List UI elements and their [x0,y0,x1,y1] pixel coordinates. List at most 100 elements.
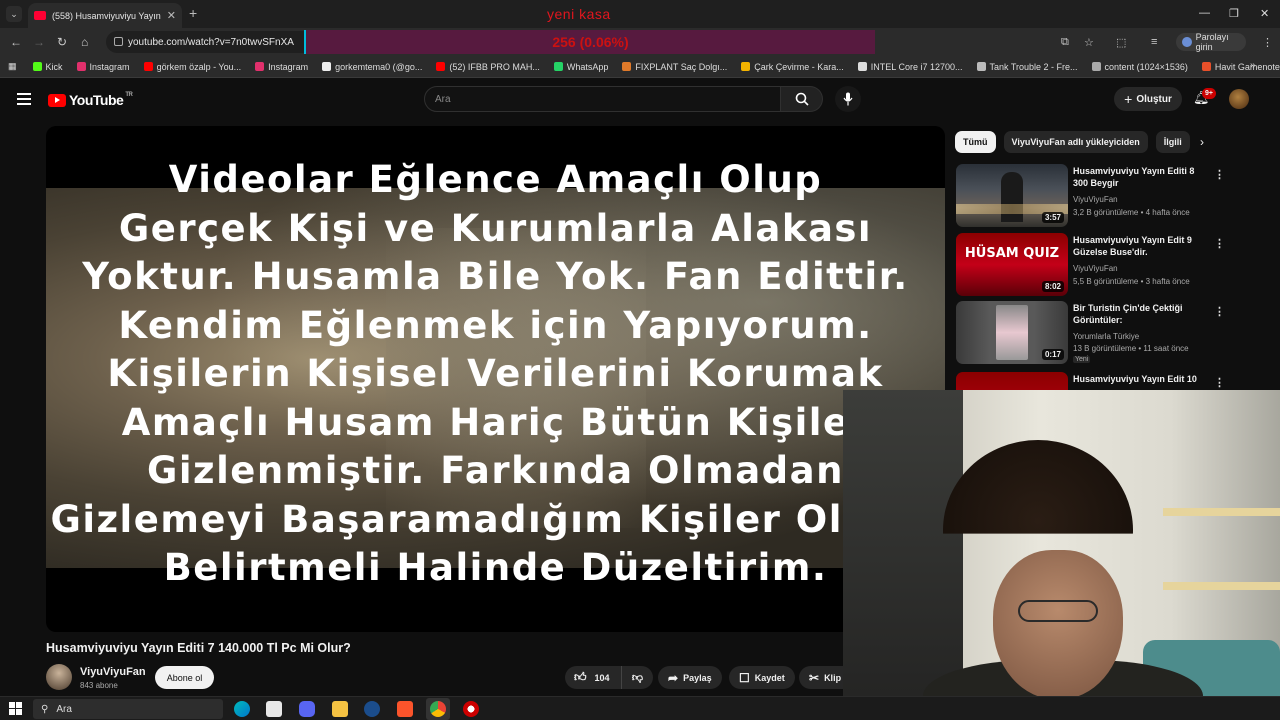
dislike-button[interactable]: 👎︎ [622,671,653,684]
home-icon[interactable]: ⌂ [81,35,88,49]
bookmark-item[interactable]: gorkemtema0 (@go... [322,62,422,72]
bookmark-item[interactable]: Instagram [76,62,130,72]
filter-chip[interactable]: Tümü [955,131,996,153]
recommendation-thumbnail[interactable]: 0:17 [956,301,1068,364]
country-code: TR [125,92,133,98]
bookmark-favicon-icon [436,62,446,71]
bookmark-label: FIXPLANT Saç Dolgı... [635,61,728,72]
password-button[interactable]: Parolayı girin [1176,32,1246,52]
recommendation-meta: 3,2 B görüntüleme • 4 hafta önce [1073,208,1190,217]
search-button[interactable] [781,86,823,112]
like-button[interactable]: 👍︎ 104 [565,666,622,689]
clip-button[interactable]: ✂ Klip [799,666,843,689]
tab-search-button[interactable]: ⌄ [6,6,22,22]
youtube-favicon-icon [34,11,46,20]
address-bar[interactable]: youtube.com/watch?v=7n0twvSFnXA [106,31,304,53]
tab-close-icon[interactable]: ✕ [167,9,176,22]
channel-name[interactable]: ViyuViyuFan [80,666,146,678]
more-options-icon[interactable]: ⋮ [1214,168,1225,181]
app-icon[interactable] [463,701,479,717]
recommendation-item[interactable]: HÜSAM QUIZ 8:02 Husamviyuviyu Yayın Edit… [956,233,1256,297]
site-info-icon[interactable] [114,37,123,46]
search-input[interactable]: Ara [424,86,781,112]
bookmark-item[interactable]: (52) IFBB PRO MAH... [436,62,540,72]
chrome-icon[interactable] [430,701,446,717]
youtube-logo[interactable]: YouTube TR [48,92,133,108]
create-button[interactable]: + Oluştur [1114,87,1182,111]
bookmark-star-icon[interactable]: ☆ [1084,36,1094,49]
bookmark-favicon-icon [553,62,563,71]
taskbar-search[interactable]: ⚲ Ara [33,699,223,719]
disclaimer-line: Videolar Eğlence Amaçlı Olup [168,158,823,201]
bookmark-item[interactable]: görkem özalp - You... [143,61,242,72]
video-player[interactable]: Videolar Eğlence Amaçlı Olup Gerçek Kişi … [46,126,945,632]
store-icon[interactable] [266,701,282,717]
plus-icon: + [1124,91,1133,107]
active-tab[interactable]: (558) Husamviyuviyu Yayın Editi 7 ✕ [28,3,182,28]
recommendation-thumbnail[interactable] [956,372,1068,390]
voice-search-button[interactable] [835,86,861,112]
back-icon[interactable]: ← [10,35,22,49]
bookmark-item[interactable]: Kick [32,62,63,72]
bookmark-label: görkem özalp - You... [156,61,242,72]
filter-chip[interactable]: İlgili [1155,131,1190,153]
recommendation-meta: 5,5 B görüntüleme • 3 hafta önce [1073,277,1190,286]
minimize-button[interactable]: — [1199,7,1210,19]
subscribe-button[interactable]: Abone ol [155,666,214,689]
install-app-icon[interactable]: ⧉ [1061,36,1069,49]
share-button[interactable]: ➦ Paylaş [658,666,722,689]
brave-icon[interactable] [397,701,413,717]
bookmarks-overflow-icon[interactable]: » [1250,60,1256,71]
wall-shelf [1163,508,1280,516]
bookmark-item[interactable]: INTEL Core i7 12700... [857,62,963,72]
more-options-icon[interactable]: ⋮ [1214,237,1225,250]
reload-icon[interactable]: ↻ [57,35,67,49]
discord-icon[interactable] [299,701,315,717]
thumbs-down-icon: 👎︎ [631,672,644,684]
filter-chip[interactable]: ViyuViyuFan adlı yükleyiciden [1003,131,1148,153]
stream-counter-overlay: 256 (0.06%) [304,30,875,54]
bookmark-item[interactable]: WhatsApp [553,62,608,72]
recommendation-item[interactable]: Husamviyuviyu Yayın Edit 10 ⋮ [956,372,1256,390]
more-options-icon[interactable]: ⋮ [1214,305,1225,318]
forward-icon[interactable]: → [33,35,45,49]
webcam-overlay [843,390,1280,720]
account-avatar[interactable] [1229,89,1249,109]
recommendation-thumbnail[interactable]: HÜSAM QUIZ 8:02 [956,233,1068,296]
edge-icon[interactable] [234,701,250,717]
browser-menu-icon[interactable]: ⋮ [1262,36,1273,49]
recommendation-item[interactable]: 0:17 Bir Turistin Çin'de Çektiği Görüntü… [956,301,1256,365]
chevron-right-icon[interactable]: › [1200,135,1204,149]
recommendation-title: Husamviyuviyu Yayın Editi 8 300 Beygir [1073,166,1195,188]
maximize-button[interactable]: ❐ [1229,7,1239,20]
channel-avatar[interactable] [46,664,72,690]
media-controls-icon[interactable]: ≡ [1151,36,1157,48]
extensions-icon[interactable]: ⬚ [1116,36,1126,49]
youtube-header: YouTube TR Ara + Oluştur 🔔︎ 9+ [0,78,1280,122]
steam-icon[interactable] [364,701,380,717]
url-text: youtube.com/watch?v=7n0twvSFnXA [128,36,294,48]
file-explorer-icon[interactable] [332,701,348,717]
clip-label: Klip [824,672,842,683]
recommendation-channel: ViyuViyuFan [1073,195,1118,204]
disclaimer-line: Gizlemeyi Başaramadığım Kişiler Olursa [50,497,941,541]
bookmark-item[interactable]: content (1024×1536) [1091,62,1188,72]
bookmark-item[interactable]: Instagram [255,62,308,72]
bookmark-item[interactable]: FIXPLANT Saç Dolgı... [622,62,727,72]
scissors-icon: ✂ [809,670,820,685]
windows-start-icon[interactable] [9,702,22,715]
save-button[interactable]: ☐ Kaydet [729,666,795,689]
window-close-button[interactable]: ✕ [1260,7,1269,20]
youtube-play-icon [48,93,66,107]
apps-icon[interactable]: ▦ [8,61,17,72]
more-options-icon[interactable]: ⋮ [1214,376,1225,389]
hamburger-menu-icon[interactable] [17,93,31,105]
recommendation-item[interactable]: 3:57 Husamviyuviyu Yayın Editi 8 300 Bey… [956,164,1256,228]
bookmark-item[interactable]: Çark Çevirme - Kara... [741,62,844,72]
new-tab-button[interactable]: + [189,5,197,21]
microphone-icon [843,92,853,106]
bookmark-item[interactable]: Havit Gamenote GK... [1201,62,1280,72]
bookmark-item[interactable]: Tank Trouble 2 - Fre... [976,62,1078,72]
recommendation-thumbnail[interactable]: 3:57 [956,164,1068,227]
profile-icon [1182,37,1192,47]
